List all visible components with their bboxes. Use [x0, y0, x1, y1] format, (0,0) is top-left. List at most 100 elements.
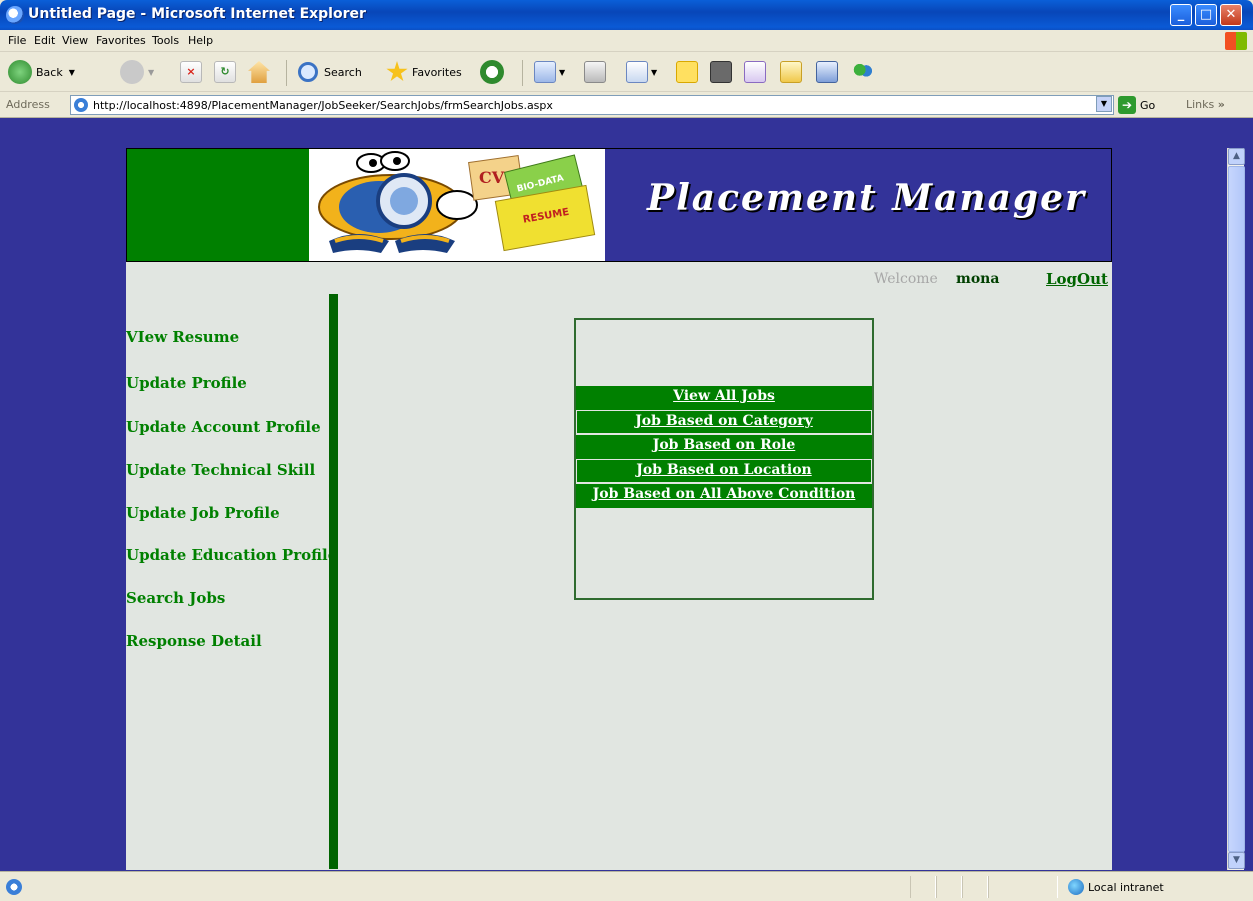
windows-logo-icon — [1225, 32, 1247, 50]
forward-dropdown-icon[interactable]: ▼ — [148, 68, 154, 77]
job-row: Job Based on Category — [576, 410, 872, 434]
maximize-button[interactable]: □ — [1195, 4, 1217, 26]
mail-dropdown-icon[interactable]: ▼ — [559, 68, 565, 77]
minimize-button[interactable]: _ — [1170, 4, 1192, 26]
job-based-on-role-link[interactable]: Job Based on Role — [576, 437, 872, 453]
edit-icon — [626, 61, 648, 83]
sidebar-item-search-jobs[interactable]: Search Jobs — [126, 589, 225, 607]
menu-tools[interactable]: Tools — [152, 34, 179, 47]
back-label: Back — [36, 65, 63, 79]
print-icon — [584, 61, 606, 83]
sidebar-item-response-detail[interactable]: Response Detail — [126, 632, 262, 650]
menu-view[interactable]: View — [62, 34, 88, 47]
job-based-on-location-link[interactable]: Job Based on Location — [577, 462, 871, 478]
research-icon — [780, 61, 802, 83]
welcome-row: Welcome mona LogOut — [126, 268, 1112, 288]
sidebar-divider — [329, 294, 338, 869]
status-cell — [988, 876, 1058, 898]
notes-icon — [676, 61, 698, 83]
status-bar: Local intranet — [0, 871, 1253, 901]
security-zone-label: Local intranet — [1088, 880, 1164, 894]
back-button[interactable]: Back ▼ — [8, 58, 75, 86]
address-input[interactable]: http://localhost:4898/PlacementManager/J… — [70, 95, 1114, 115]
menu-help[interactable]: Help — [188, 34, 213, 47]
job-row: Job Based on Role — [576, 435, 872, 459]
menu-edit[interactable]: Edit — [34, 34, 55, 47]
sidebar-item-update-account-profile[interactable]: Update Account Profile — [126, 418, 321, 436]
site-title: Placement Manager — [647, 177, 1086, 219]
back-dropdown-icon[interactable]: ▼ — [69, 68, 75, 77]
address-bar: Address http://localhost:4898/PlacementM… — [0, 92, 1253, 118]
sidebar-item-update-technical-skill[interactable]: Update Technical Skill — [126, 461, 315, 479]
forward-icon — [120, 60, 144, 84]
status-cell — [936, 876, 962, 898]
toolbar-separator — [522, 60, 523, 86]
scroll-down-icon[interactable]: ▼ — [1228, 852, 1245, 869]
search-icon — [298, 62, 318, 82]
notes-button[interactable] — [676, 58, 698, 86]
address-label: Address — [6, 98, 50, 111]
history-button[interactable] — [480, 58, 504, 86]
refresh-button[interactable]: ↻ — [214, 58, 236, 86]
favorites-label: Favorites — [412, 65, 462, 79]
security-zone[interactable]: Local intranet — [1068, 879, 1164, 895]
status-cell — [962, 876, 988, 898]
close-button[interactable]: ✕ — [1220, 4, 1242, 26]
job-row: Job Based on Location — [576, 459, 872, 483]
menu-file[interactable]: File — [8, 34, 26, 47]
toolbar-separator — [286, 60, 287, 86]
discuss-icon — [744, 61, 766, 83]
sidebar-item-update-education-profile[interactable]: Update Education Profile — [126, 546, 337, 564]
scroll-up-icon[interactable]: ▲ — [1228, 148, 1245, 165]
job-based-on-category-link[interactable]: Job Based on Category — [577, 413, 871, 429]
job-row: Job Based on All Above Condition — [576, 484, 872, 508]
banner-green-block — [127, 149, 309, 261]
search-button[interactable]: Search — [298, 58, 362, 86]
scroll-thumb[interactable] — [1228, 166, 1245, 852]
address-dropdown-icon[interactable]: ▼ — [1096, 96, 1112, 112]
mail-button[interactable]: ▼ — [534, 58, 565, 86]
app-button[interactable] — [710, 58, 732, 86]
home-button[interactable] — [248, 58, 270, 86]
research-button[interactable] — [816, 58, 838, 86]
discuss-button[interactable] — [744, 58, 766, 86]
menu-favorites[interactable]: Favorites — [96, 34, 146, 47]
stop-button[interactable]: × — [180, 58, 202, 86]
banner-mascot-image: CV BIO-DATA RESUME — [309, 149, 605, 261]
messenger-button[interactable] — [852, 58, 874, 86]
links-button[interactable]: Links » — [1186, 98, 1225, 111]
vertical-scrollbar[interactable]: ▲ ▼ — [1227, 148, 1245, 870]
title-bar[interactable]: Untitled Page - Microsoft Internet Explo… — [0, 0, 1253, 30]
sidebar-item-view-resume[interactable]: VIew Resume — [126, 328, 239, 346]
tools-button[interactable] — [780, 58, 802, 86]
stop-icon: × — [180, 61, 202, 83]
favorites-button[interactable]: Favorites — [386, 58, 462, 86]
forward-button[interactable]: ▼ — [120, 58, 154, 86]
go-button[interactable]: ➔ Go — [1118, 95, 1155, 115]
sidebar-item-update-job-profile[interactable]: Update Job Profile — [126, 504, 280, 522]
site-banner: CV BIO-DATA RESUME Placement Manager — [126, 148, 1112, 262]
address-url: http://localhost:4898/PlacementManager/J… — [93, 99, 553, 112]
mascot-illustration: CV BIO-DATA RESUME — [318, 151, 596, 253]
app-icon — [710, 61, 732, 83]
go-label: Go — [1140, 98, 1156, 112]
messenger-icon — [852, 61, 874, 83]
username: mona — [956, 271, 1000, 287]
banner-word-cv: CV — [479, 168, 505, 187]
status-page-icon — [6, 879, 22, 895]
page-icon — [74, 98, 88, 112]
back-icon — [8, 60, 32, 84]
logout-link[interactable]: LogOut — [1046, 270, 1108, 288]
sidebar-item-update-profile[interactable]: Update Profile — [126, 374, 247, 392]
menu-bar: File Edit View Favorites Tools Help — [0, 30, 1253, 52]
mail-icon — [534, 61, 556, 83]
ie-icon — [6, 6, 24, 24]
edit-dropdown-icon[interactable]: ▼ — [651, 68, 657, 77]
home-icon — [248, 61, 270, 83]
view-all-jobs-link[interactable]: View All Jobs — [576, 388, 872, 404]
favorites-icon — [386, 61, 408, 82]
job-based-on-all-link[interactable]: Job Based on All Above Condition — [576, 486, 872, 502]
print-button[interactable] — [584, 58, 606, 86]
edit-button[interactable]: ▼ — [626, 58, 657, 86]
job-row: View All Jobs — [576, 386, 872, 410]
